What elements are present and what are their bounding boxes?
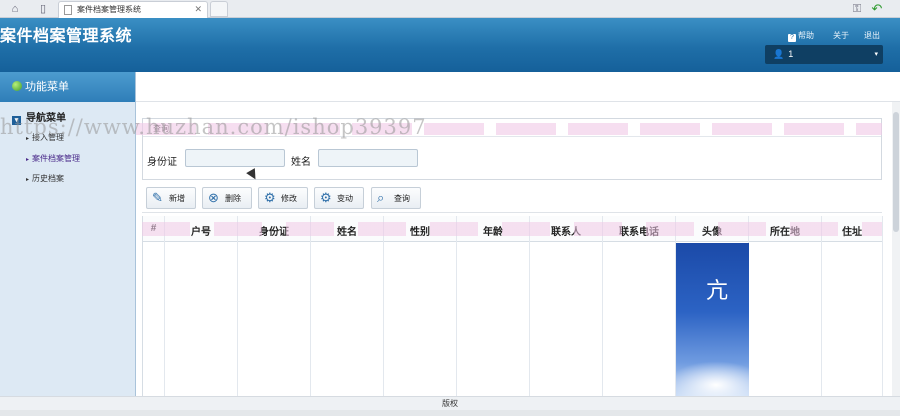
bullet-icon: ▸ xyxy=(26,177,30,183)
user-dropdown[interactable]: 👤 1 ▾ xyxy=(765,45,883,64)
grid-column: 年龄 xyxy=(457,216,530,396)
new-tab-button[interactable] xyxy=(210,1,228,17)
app-header: 案件档案管理系统 ? 帮助 关于 退出 👤 1 ▾ xyxy=(0,18,900,72)
search-icon: ⌕ xyxy=(377,190,385,205)
column-header[interactable]: 身份证 xyxy=(238,223,310,238)
menu-header: 功能菜单 xyxy=(0,72,135,102)
grid-column: 性别 xyxy=(384,216,457,396)
column-header[interactable]: 所在地 xyxy=(749,223,821,238)
chevron-down-icon: ▾ xyxy=(874,51,878,58)
browser-tab[interactable]: 案件档案管理系统 ✕ xyxy=(58,1,208,18)
lock-icon[interactable]: ⚿ xyxy=(850,2,864,16)
home-icon[interactable]: ⌂ xyxy=(8,2,22,16)
grid-column: 户号 xyxy=(165,216,238,396)
help-icon: ? xyxy=(788,34,796,42)
about-link[interactable]: 关于 xyxy=(833,30,849,41)
sidebar-item-history[interactable]: ▸ 历史档案 xyxy=(26,173,64,184)
back-arrow-icon[interactable]: ↶ xyxy=(870,2,884,16)
id-card-input[interactable] xyxy=(185,149,285,167)
column-header[interactable]: 头像 xyxy=(676,223,748,238)
app-title: 案件档案管理系统 xyxy=(0,28,133,45)
help-link[interactable]: ? 帮助 xyxy=(788,30,814,42)
id-card-label: 身份证 xyxy=(147,157,177,168)
page-icon xyxy=(64,5,72,15)
logout-link[interactable]: 退出 xyxy=(864,30,880,41)
column-header[interactable]: 联系电话 xyxy=(603,223,675,238)
grid-column: 所在地 xyxy=(749,216,822,396)
content-tab-bar xyxy=(136,72,900,102)
data-grid: # 户号 身份证 姓名 性别 年龄 联系人 联系电话 头像 所在地 住址 亢 xyxy=(142,216,883,396)
document-icon[interactable]: ▯ xyxy=(36,2,50,16)
user-name: 1 xyxy=(788,49,794,59)
main-content: 查询 身份证 姓名 ✎新增 ⊗删除 ⚙修改 ⚙变动 ⌕查询 # 户号 身份证 姓… xyxy=(136,102,900,396)
grid-column: 姓名 xyxy=(311,216,384,396)
grid-column: 身份证 xyxy=(238,216,311,396)
footer: 版权 xyxy=(0,396,900,410)
bullet-icon: ▸ xyxy=(26,157,30,163)
edit-button[interactable]: ⚙ 修改 xyxy=(258,187,308,209)
browser-tab-strip: ⌂ ▯ 案件档案管理系统 ✕ ⚿ ↶ xyxy=(0,0,900,18)
add-button[interactable]: ✎ 新增 xyxy=(146,187,196,209)
search-button[interactable]: ⌕ 查询 xyxy=(371,187,421,209)
globe-icon xyxy=(12,81,22,91)
grid-column: 联系人 xyxy=(530,216,603,396)
name-label: 姓名 xyxy=(291,157,311,168)
column-header[interactable]: 住址 xyxy=(822,223,882,238)
browser-tab-title: 案件档案管理系统 xyxy=(77,5,141,14)
pencil-icon: ✎ xyxy=(152,190,163,205)
delete-button[interactable]: ⊗ 删除 xyxy=(202,187,252,209)
sidebar-item-case-archive[interactable]: ▸ 案件档案管理 xyxy=(26,153,80,164)
column-header[interactable]: 户号 xyxy=(165,223,237,238)
scrollbar-thumb[interactable] xyxy=(893,112,899,232)
column-header[interactable]: 联系人 xyxy=(530,223,602,238)
close-icon[interactable]: ✕ xyxy=(194,2,202,17)
grid-column: # xyxy=(143,216,165,396)
name-input[interactable] xyxy=(318,149,418,167)
avatar-image: 亢 xyxy=(676,243,749,396)
vertical-scrollbar[interactable] xyxy=(892,102,900,396)
change-button[interactable]: ⚙ 变动 xyxy=(314,187,364,209)
watermark: https://www.huzhan.com/ishop39397 xyxy=(0,115,427,139)
browser-status-bar xyxy=(0,410,900,416)
grid-toolbar: ✎ 新增 ⊗ 删除 ⚙ 修改 ⚙ 变动 ⌕ 查询 xyxy=(142,185,882,213)
grid-column: 住址 xyxy=(822,216,883,396)
column-header[interactable]: # xyxy=(143,223,164,234)
column-header[interactable]: 性别 xyxy=(384,223,456,238)
column-header[interactable]: 年龄 xyxy=(457,223,529,238)
delete-circle-icon: ⊗ xyxy=(208,190,219,205)
column-header[interactable]: 姓名 xyxy=(311,223,383,238)
grid-column: 联系电话 xyxy=(603,216,676,396)
gear-icon: ⚙ xyxy=(264,190,276,205)
user-icon: 👤 xyxy=(773,49,785,59)
gear-icon: ⚙ xyxy=(320,190,332,205)
avatar-glyph: 亢 xyxy=(706,279,729,304)
